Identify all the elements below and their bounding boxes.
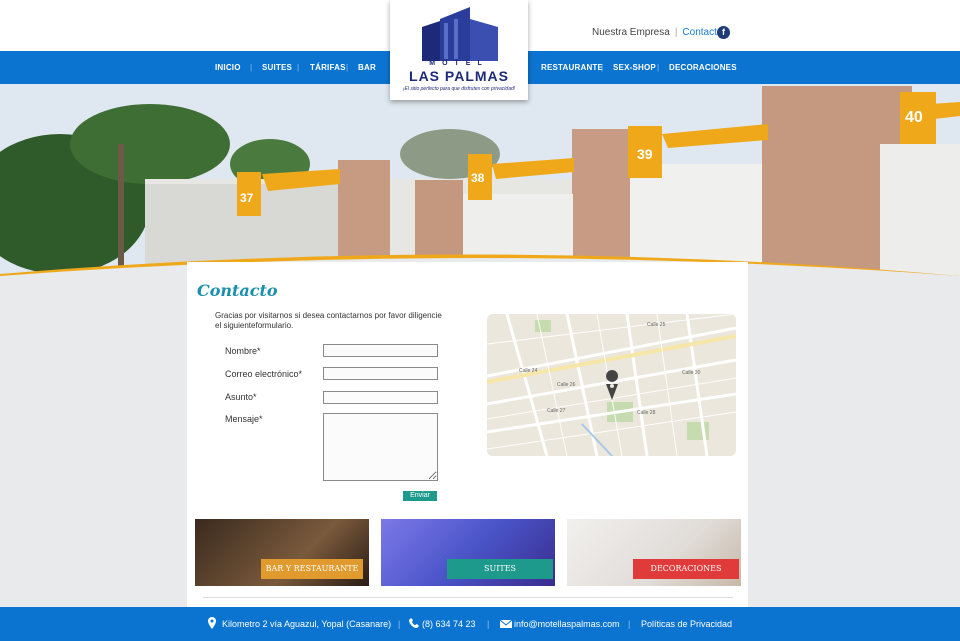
map-street-label: Calle 28 — [637, 410, 656, 416]
room-number: 39 — [637, 146, 653, 162]
nav-sexshop[interactable]: SEX-SHOP — [613, 63, 656, 72]
phone-icon — [409, 618, 419, 628]
logo-motel-text: MOTEL — [429, 60, 489, 67]
facebook-icon[interactable]: f — [717, 26, 730, 39]
footer-email[interactable]: info@motellaspalmas.com — [514, 619, 620, 629]
tile-decoraciones[interactable]: DECORACIONES — [567, 519, 741, 586]
tile-suites[interactable]: SUITES — [381, 519, 555, 586]
tile-label: BAR Y RESTAURANTE — [261, 559, 363, 579]
footer: Kilometro 2 vía Aguazul, Yopal (Casanare… — [0, 607, 960, 641]
logo-name: LAS PALMAS — [409, 68, 509, 84]
tile-bar-restaurante[interactable]: BAR Y RESTAURANTE — [195, 519, 369, 586]
mensaje-label: Mensaje* — [225, 414, 263, 424]
nuestra-empresa-link[interactable]: Nuestra Empresa — [592, 27, 670, 38]
footer-separator: | — [398, 619, 401, 629]
hero-illustration: 37 38 39 40 — [0, 84, 960, 276]
mail-icon — [500, 620, 512, 628]
intro-text: Gracias por visitarnos si desea contacta… — [215, 311, 442, 330]
footer-separator: | — [487, 619, 490, 629]
nav-bar[interactable]: BAR — [358, 63, 376, 72]
asunto-field[interactable] — [323, 391, 438, 404]
nav-suites[interactable]: SUITES — [262, 63, 292, 72]
footer-address: Kilometro 2 vía Aguazul, Yopal (Casanare… — [222, 619, 392, 629]
nombre-field[interactable] — [323, 344, 438, 357]
nav-inicio[interactable]: INICIO — [215, 63, 241, 72]
nav-tarifas[interactable]: TÁRIFAS — [310, 63, 346, 72]
nav-separator: | — [250, 63, 253, 72]
location-map[interactable]: Calle 24 Calle 25 Calle 26 Calle 27 Call… — [487, 314, 736, 456]
room-number: 38 — [471, 171, 485, 185]
top-separator: | — [674, 27, 678, 38]
asunto-label: Asunto* — [225, 392, 257, 402]
map-streets: Calle 24 Calle 25 Calle 26 Calle 27 Call… — [487, 314, 736, 456]
nav-separator: | — [297, 63, 300, 72]
send-button[interactable]: Enviar — [403, 491, 437, 501]
map-street-label: Calle 25 — [647, 322, 666, 328]
correo-label: Correo electrónico* — [225, 369, 303, 379]
nav-separator: | — [657, 63, 660, 72]
top-links: Nuestra Empresa | Contacto — [592, 27, 722, 38]
tile-label: DECORACIONES — [633, 559, 739, 579]
nav-separator: | — [346, 63, 349, 72]
room-number: 37 — [240, 191, 254, 205]
map-street-label: Calle 24 — [519, 368, 538, 374]
location-pin-icon — [208, 617, 216, 629]
logo-building-icon — [422, 7, 498, 61]
hero-image: 37 38 39 40 — [0, 84, 960, 276]
mensaje-field[interactable] — [323, 413, 438, 481]
nav-decoraciones[interactable]: DECORACIONES — [669, 63, 737, 72]
map-street-label: Calle 30 — [682, 370, 701, 376]
room-number: 40 — [905, 109, 923, 126]
map-street-label: Calle 26 — [557, 382, 576, 388]
map-street-label: Calle 27 — [547, 408, 566, 414]
footer-phone[interactable]: (8) 634 74 23 — [422, 619, 476, 629]
logo[interactable]: MOTEL LAS PALMAS ¡El sitio perfecto para… — [390, 0, 528, 100]
page-title: Contacto — [197, 281, 278, 300]
divider — [203, 597, 733, 598]
email-field[interactable] — [323, 367, 438, 380]
footer-separator: | — [628, 619, 631, 629]
tile-label: SUITES — [447, 559, 553, 579]
logo-tagline: ¡El sitio perfecto para que disfrutes co… — [402, 86, 516, 92]
footer-privacy-link[interactable]: Políticas de Privacidad — [641, 619, 732, 629]
nombre-label: Nombre* — [225, 346, 261, 356]
nav-separator: | — [601, 63, 604, 72]
nav-restaurante[interactable]: RESTAURANTE — [541, 63, 603, 72]
